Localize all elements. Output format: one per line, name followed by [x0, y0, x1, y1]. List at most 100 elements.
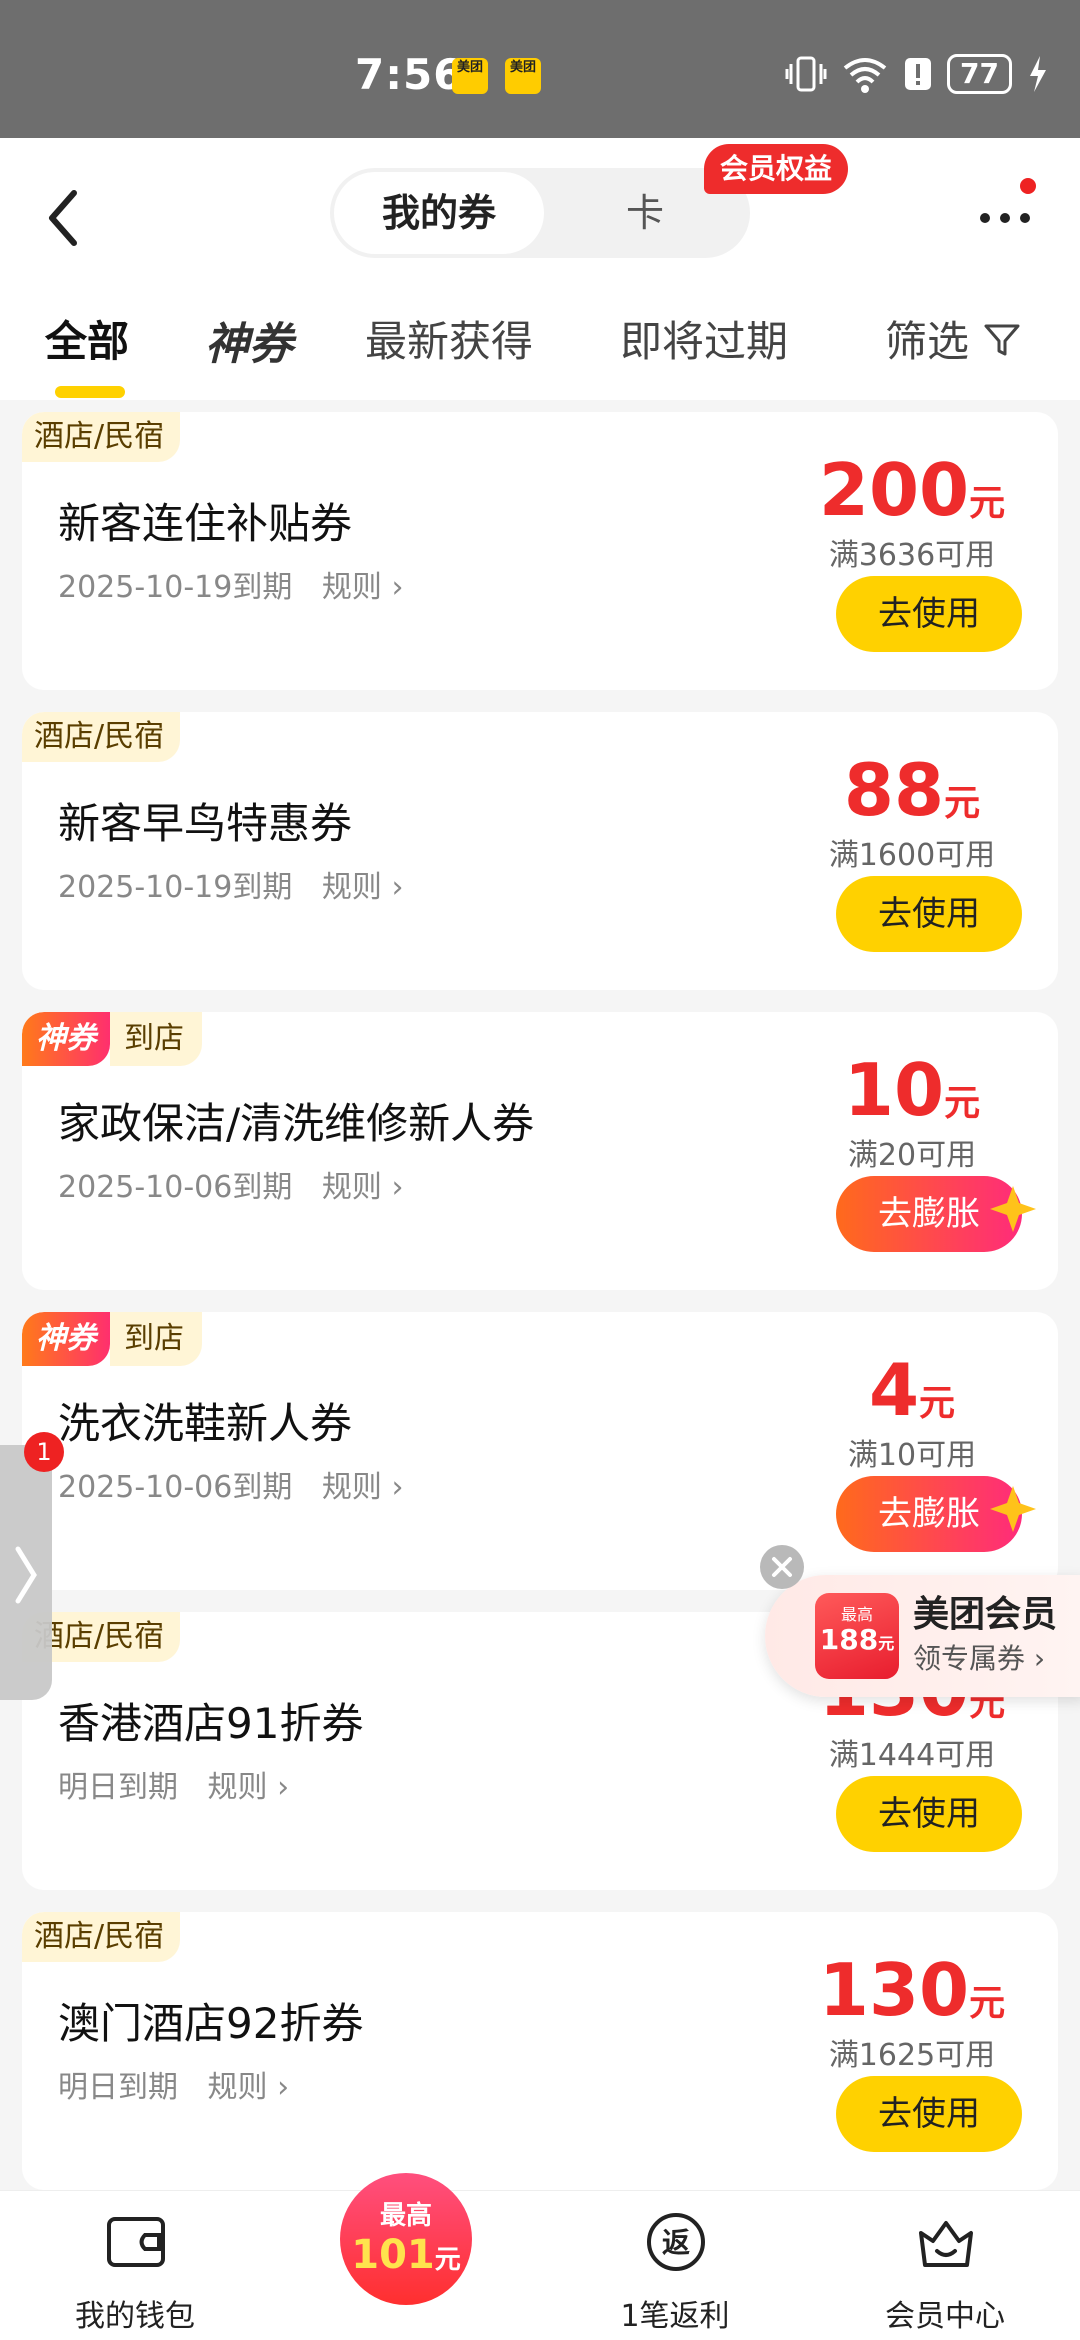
center-top-text: 最高: [379, 2201, 432, 2231]
more-dots-icon[interactable]: [975, 203, 1035, 233]
coupon-expiry: 2025-10-19到期: [58, 870, 293, 905]
status-time: 7:56: [355, 50, 464, 99]
coupon-condition: 满10可用: [847, 1438, 977, 1473]
coupon-card[interactable]: 酒店/民宿 澳门酒店92折券 明日到期 规则 › 130元 满1625可用 去使…: [22, 1912, 1058, 2190]
coupon-title: 香港酒店91折券: [58, 1699, 364, 1748]
chevron-right-icon: ›: [391, 1170, 404, 1205]
sparkle-star-icon: [990, 1186, 1036, 1232]
status-icons: 77: [785, 52, 1050, 96]
coupon-rule-link[interactable]: 规则 ›: [208, 1770, 290, 1805]
filter-tabs: 全部 神券 最新获得 即将过期 筛选: [0, 298, 1080, 398]
promo-coupon-image: 最高 188元: [815, 1593, 899, 1679]
status-bar: 7:56 美团 美团 77: [0, 0, 1080, 138]
coupon-category-tag: 酒店/民宿: [22, 712, 181, 762]
amount-unit: 元: [944, 1083, 981, 1124]
coupon-expiry: 2025-10-06到期: [58, 1470, 293, 1505]
coupon-card[interactable]: 神券 到店 家政保洁/清洗维修新人券 2025-10-06到期 规则 › 10元…: [22, 1012, 1058, 1290]
coupon-amount: 10元: [812, 1048, 1012, 1132]
close-icon[interactable]: [760, 1545, 804, 1589]
coupon-tags: 神券 到店: [22, 1312, 202, 1366]
member-promo-banner[interactable]: 最高 188元 美团会员 领专属券 ›: [765, 1575, 1080, 1697]
header: 我的券 卡 会员权益 全部 神券 最新获得 即将过期 筛选: [0, 138, 1080, 400]
chevron-right-icon: ›: [1033, 1642, 1046, 1675]
segment-control: 我的券 卡: [330, 168, 750, 258]
nav-wallet-label: 我的钱包: [75, 2299, 195, 2334]
coupon-amount: 4元: [812, 1348, 1012, 1432]
coupon-rule-link[interactable]: 规则 ›: [322, 870, 404, 905]
tab-filter[interactable]: 筛选: [885, 308, 1022, 369]
coupon-rule-link[interactable]: 规则 ›: [322, 1470, 404, 1505]
coupon-card[interactable]: 神券 到店 洗衣洗鞋新人券 2025-10-06到期 规则 › 4元 满10可用…: [22, 1312, 1058, 1590]
promo-subtitle: 领专属券 ›: [913, 1642, 1046, 1675]
wallet-icon: [107, 2217, 165, 2267]
tab-expiring[interactable]: 即将过期: [620, 308, 788, 369]
sparkle-star-icon: [990, 1486, 1036, 1532]
coupon-title: 洗衣洗鞋新人券: [58, 1399, 353, 1448]
coupon-category-tag: 酒店/民宿: [22, 412, 181, 462]
amount-number: 4: [868, 1348, 920, 1432]
chevron-right-icon: [15, 1546, 37, 1604]
coupon-amount: 200元: [812, 448, 1012, 532]
coupon-meta: 2025-10-06到期 规则 ›: [58, 1162, 403, 1206]
back-arrow-icon[interactable]: [40, 183, 90, 253]
coupon-rule-link[interactable]: 规则 ›: [208, 2070, 290, 2105]
coupon-tags: 神券 到店: [22, 1012, 202, 1066]
nav-rebate[interactable]: 返 1笔返利: [575, 2191, 775, 2340]
coupon-meta: 2025-10-06到期 规则 ›: [58, 1462, 403, 1506]
chevron-right-icon: ›: [277, 2070, 290, 2105]
center-amount: 101元: [351, 2232, 461, 2278]
coupon-expiry: 明日到期: [58, 1770, 178, 1805]
bottom-nav: 我的钱包 最高 101元 返 1笔返利 会员中心: [0, 2173, 1080, 2340]
chevron-right-icon: ›: [391, 570, 404, 605]
coupon-meta: 2025-10-19到期 规则 ›: [58, 562, 403, 606]
coupon-condition: 满3636可用: [828, 538, 996, 573]
member-benefits-badge[interactable]: 会员权益: [704, 144, 849, 194]
coupon-expiry: 2025-10-06到期: [58, 1170, 293, 1205]
tab-shenquan[interactable]: 神券: [205, 308, 293, 372]
coupon-title: 新客连住补贴券: [58, 499, 353, 548]
amount-number: 130: [818, 1948, 970, 2032]
nav-center-promo[interactable]: 最高 101元: [340, 2173, 472, 2305]
nav-wallet[interactable]: 我的钱包: [35, 2191, 235, 2340]
battery-level: 77: [947, 54, 1012, 94]
coupon-card[interactable]: 酒店/民宿 新客早鸟特惠券 2025-10-19到期 规则 › 88元 满160…: [22, 712, 1058, 990]
nav-member-center[interactable]: 会员中心: [845, 2191, 1045, 2340]
rebate-icon: 返: [647, 2213, 705, 2271]
use-button[interactable]: 去使用: [836, 1776, 1022, 1852]
tab-newest[interactable]: 最新获得: [365, 308, 533, 369]
coupon-expiry: 明日到期: [58, 2070, 178, 2105]
promo-pic-amount: 188元: [819, 1623, 895, 1656]
shenquan-tag: 神券: [22, 1012, 110, 1066]
chevron-right-icon: ›: [277, 1770, 290, 1805]
notification-dot: [1020, 178, 1036, 194]
meituan-app-icon: 美团: [452, 58, 488, 94]
coupon-meta: 2025-10-19到期 规则 ›: [58, 862, 403, 906]
coupon-card[interactable]: 酒店/民宿 新客连住补贴券 2025-10-19到期 规则 › 200元 满36…: [22, 412, 1058, 690]
amount-number: 88: [843, 748, 945, 832]
amount-unit: 元: [919, 1383, 956, 1424]
coupon-meta: 明日到期 规则 ›: [58, 2062, 289, 2106]
use-button[interactable]: 去使用: [836, 876, 1022, 952]
coupon-condition: 满1600可用: [828, 838, 996, 873]
use-button[interactable]: 去使用: [836, 2076, 1022, 2152]
filter-funnel-icon: [984, 324, 1020, 356]
coupon-category-tag: 到店: [110, 1012, 202, 1066]
coupon-rule-link[interactable]: 规则 ›: [322, 570, 404, 605]
coupon-amount: 130元: [812, 1948, 1012, 2032]
coupon-title: 新客早鸟特惠券: [58, 799, 353, 848]
rebate-icon-text: 返: [662, 2226, 690, 2259]
vibrate-icon: [785, 56, 827, 92]
chevron-right-icon: ›: [391, 1470, 404, 1505]
coupon-title: 家政保洁/清洗维修新人券: [58, 1099, 535, 1148]
use-button[interactable]: 去使用: [836, 576, 1022, 652]
coupon-rule-link[interactable]: 规则 ›: [322, 1170, 404, 1205]
tab-all[interactable]: 全部: [45, 308, 129, 369]
amount-unit: 元: [944, 783, 981, 824]
amount-unit: 元: [969, 483, 1006, 524]
filter-label: 筛选: [885, 317, 970, 366]
amount-unit: 元: [969, 1983, 1006, 2024]
chevron-right-icon: ›: [391, 870, 404, 905]
coupon-category-tag: 酒店/民宿: [22, 1912, 181, 1962]
crown-basket-icon: [919, 2221, 973, 2267]
segment-my-coupons[interactable]: 我的券: [334, 172, 544, 254]
